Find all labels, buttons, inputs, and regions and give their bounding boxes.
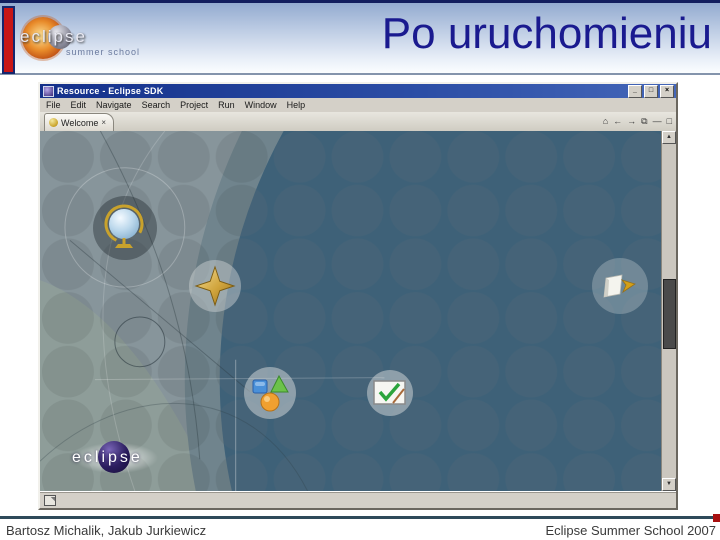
menu-navigate[interactable]: Navigate xyxy=(96,100,132,110)
scrollbar-track[interactable] xyxy=(662,144,676,478)
page-title: Po uruchomieniu xyxy=(381,9,712,58)
footer-authors: Bartosz Michalik, Jakub Jurkiewicz xyxy=(6,523,207,538)
status-bar xyxy=(40,491,676,508)
window-titlebar[interactable]: Resource - Eclipse SDK _ □ × xyxy=(40,84,676,98)
menu-help[interactable]: Help xyxy=(287,100,306,110)
overview-globe-icon[interactable] xyxy=(93,196,157,260)
menu-search[interactable]: Search xyxy=(142,100,171,110)
close-button[interactable]: × xyxy=(660,84,674,98)
minimize-pane-icon[interactable]: — xyxy=(653,115,662,127)
welcome-tab-label: Welcome xyxy=(61,117,99,128)
eclipse-summer-school-logo: eclipse summer school xyxy=(18,13,148,65)
welcome-tab-icon xyxy=(49,118,58,127)
slide-header: eclipse summer school Po uruchomieniu xyxy=(0,0,720,75)
switch-pane-icon[interactable]: ⧉ xyxy=(641,115,647,127)
home-icon[interactable]: ⌂ xyxy=(603,115,608,127)
scroll-up-button[interactable]: ▲ xyxy=(662,131,676,144)
window-title: Resource - Eclipse SDK xyxy=(57,86,164,96)
menu-window[interactable]: Window xyxy=(245,100,277,110)
footer-divider xyxy=(0,514,720,522)
scroll-down-button[interactable]: ▼ xyxy=(662,478,676,491)
tab-close-icon[interactable]: × xyxy=(101,118,106,127)
restore-button[interactable]: □ xyxy=(644,84,658,98)
fast-view-icon[interactable] xyxy=(44,494,56,506)
red-accent-bar xyxy=(2,6,15,74)
back-icon[interactable]: ← xyxy=(613,115,622,127)
menu-bar: File Edit Navigate Search Project Run Wi… xyxy=(40,98,676,112)
app-icon xyxy=(43,85,54,97)
slide: eclipse summer school Po uruchomieniu Re… xyxy=(0,0,720,540)
footer-event: Eclipse Summer School 2007 xyxy=(545,523,716,538)
forward-icon[interactable]: → xyxy=(627,115,636,127)
eclipse-window: Resource - Eclipse SDK _ □ × File Edit N… xyxy=(38,82,678,510)
eclipse-logo-text: eclipse xyxy=(72,449,143,466)
menu-file[interactable]: File xyxy=(46,100,61,110)
samples-shapes-icon[interactable] xyxy=(244,367,296,419)
welcome-toolbar: ⌂ ← → ⧉ — □ xyxy=(603,115,672,127)
logo-subtitle: summer school xyxy=(66,47,141,57)
tab-welcome[interactable]: Welcome × xyxy=(44,113,115,131)
menu-run[interactable]: Run xyxy=(218,100,235,110)
welcome-page: eclipse xyxy=(40,131,661,491)
vertical-scrollbar[interactable]: ▲ ▼ xyxy=(661,131,676,491)
workbench-arrow-icon[interactable] xyxy=(592,258,648,314)
scrollbar-thumb[interactable] xyxy=(663,279,676,349)
tutorials-checklist-icon[interactable] xyxy=(367,370,413,416)
maximize-pane-icon[interactable]: □ xyxy=(667,115,672,127)
footer-red-accent xyxy=(713,514,720,522)
welcome-eclipse-logo[interactable]: eclipse xyxy=(54,432,178,484)
first-steps-star-icon[interactable] xyxy=(189,260,241,312)
editor-tab-bar: Welcome × ⌂ ← → ⧉ — □ xyxy=(40,112,676,131)
logo-brand-text: eclipse xyxy=(20,27,87,46)
menu-project[interactable]: Project xyxy=(180,100,208,110)
welcome-content-row: eclipse ▲ ▼ xyxy=(40,131,676,491)
menu-edit[interactable]: Edit xyxy=(71,100,87,110)
minimize-button[interactable]: _ xyxy=(628,84,642,98)
